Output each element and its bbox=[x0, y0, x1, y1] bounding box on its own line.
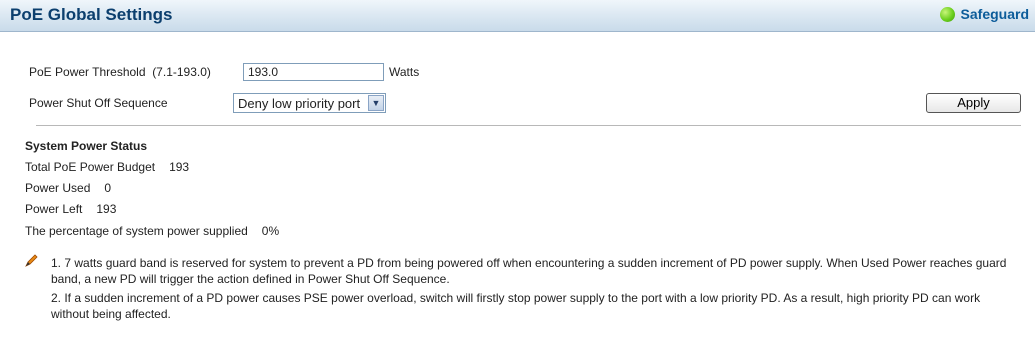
shutoff-select[interactable]: Deny low priority port ▼ bbox=[233, 93, 386, 113]
pencil-icon bbox=[25, 254, 38, 267]
safeguard-indicator[interactable]: Safeguard bbox=[939, 6, 1029, 22]
status-dot-icon bbox=[939, 6, 955, 22]
section-title: System Power Status bbox=[25, 139, 148, 153]
threshold-input[interactable]: 193.0 bbox=[243, 63, 384, 81]
used-row: Power Used 0 bbox=[25, 181, 112, 195]
left-row: Power Left 193 bbox=[25, 202, 117, 216]
percent-row: The percentage of system power supplied 0… bbox=[25, 224, 280, 238]
note-2: 2. If a sudden increment of a PD power c… bbox=[51, 291, 981, 321]
apply-button[interactable]: Apply bbox=[926, 93, 1021, 113]
page-title: PoE Global Settings bbox=[10, 5, 173, 24]
shutoff-label: Power Shut Off Sequence bbox=[29, 96, 168, 110]
page-header: PoE Global Settings Safeguard bbox=[0, 0, 1035, 32]
threshold-unit: Watts bbox=[389, 65, 420, 79]
budget-row: Total PoE Power Budget 193 bbox=[25, 160, 190, 174]
chevron-down-icon[interactable]: ▼ bbox=[368, 95, 384, 111]
divider bbox=[36, 125, 1021, 126]
shutoff-selected-value: Deny low priority port bbox=[238, 96, 361, 111]
note-1: 1. 7 watts guard band is reserved for sy… bbox=[51, 256, 1007, 286]
threshold-label: PoE Power Threshold (7.1-193.0) bbox=[29, 65, 211, 79]
safeguard-label: Safeguard bbox=[960, 6, 1029, 22]
